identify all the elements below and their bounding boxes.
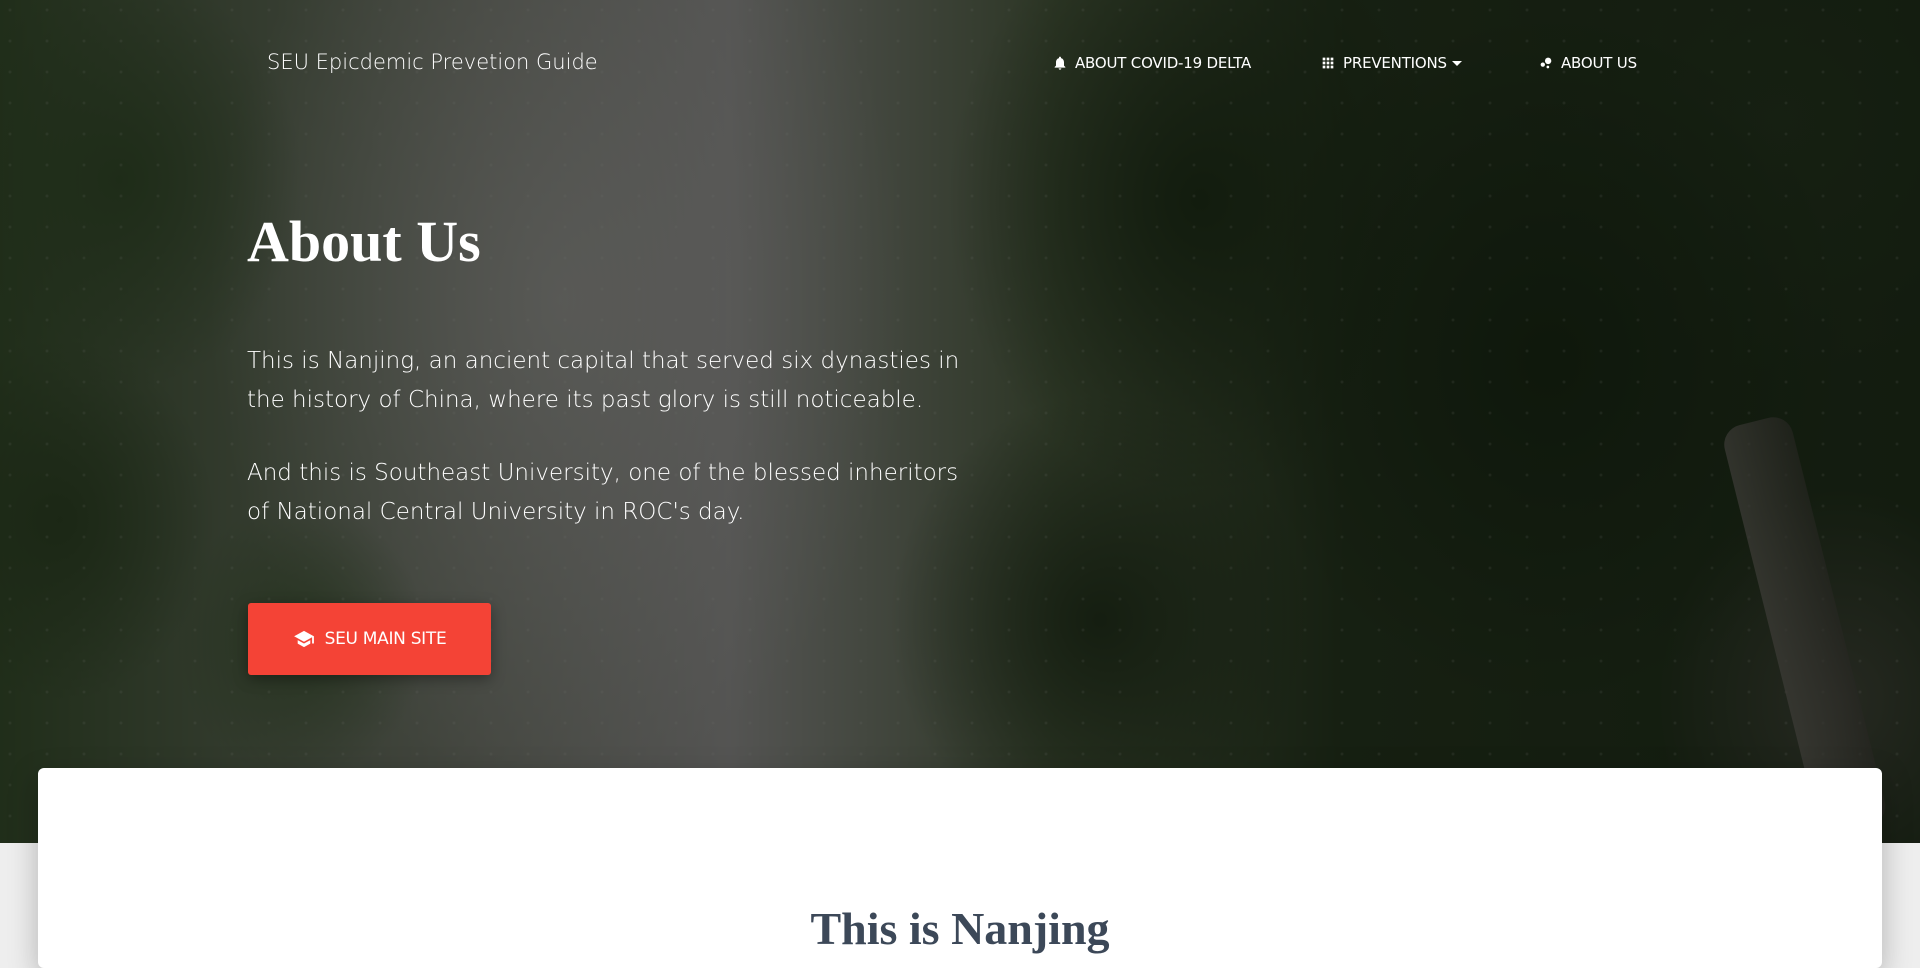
apps-grid-icon [1322,57,1334,69]
hero-paragraph-seu: And this is Southeast University, one of… [247,460,959,525]
page-title: About Us [247,209,481,274]
bubble-chart-icon [1540,57,1552,69]
nav-about-us[interactable]: ABOUT US [1538,52,1637,74]
nav-about-us-label: ABOUT US [1561,54,1637,72]
nav-about-covid-delta-label: ABOUT COVID-19 DELTA [1075,54,1252,72]
content-card: This is Nanjing [38,768,1882,968]
nav-preventions-label: PREVENTIONS [1343,54,1447,72]
section-title: This is Nanjing [810,903,1110,954]
brand-link[interactable]: SEU Epicdemic Prevetion Guide [267,50,598,74]
hero-section: SEU Epicdemic Prevetion Guide ABOUT COVI… [0,0,1920,843]
seu-main-site-button[interactable]: SEU MAIN SITE [248,603,491,675]
nav-preventions-dropdown[interactable]: PREVENTIONS [1320,52,1462,74]
bell-icon [1054,56,1066,70]
hero-paragraph-nanjing: This is Nanjing, an ancient capital that… [247,348,960,413]
nav-about-covid-delta[interactable]: ABOUT COVID-19 DELTA [1052,52,1251,74]
seu-main-site-label: SEU MAIN SITE [324,629,447,649]
caret-down-icon [1451,61,1462,66]
school-icon [293,630,314,648]
top-navbar: SEU Epicdemic Prevetion Guide ABOUT COVI… [0,0,1920,128]
